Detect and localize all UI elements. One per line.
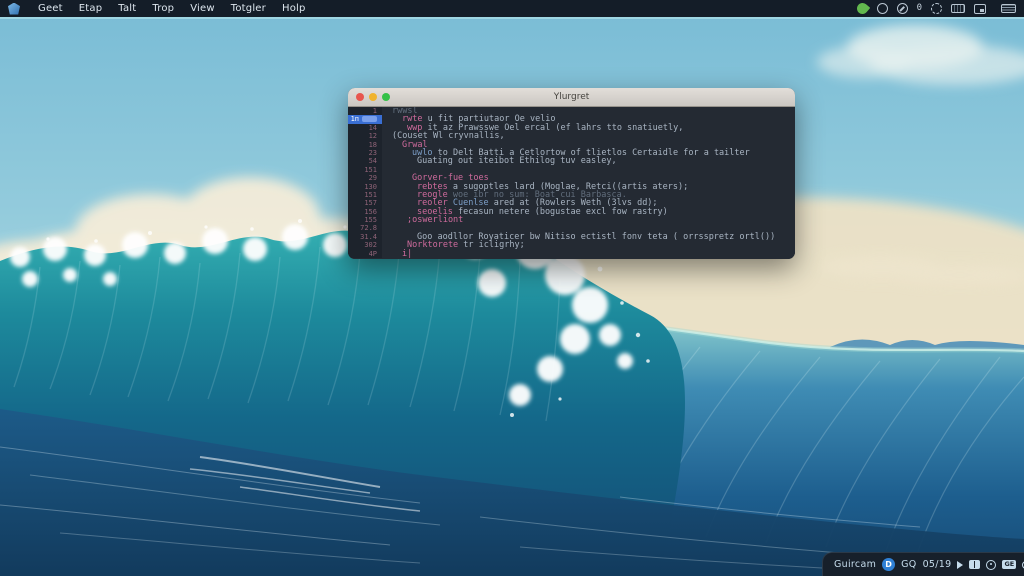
menu-items: Geet Etap Talt Trop View Totgler Holp bbox=[30, 3, 314, 14]
taskbar: Guircam D GQ 05/19 GE bbox=[822, 552, 1024, 576]
code-line[interactable]: 4P i| bbox=[348, 249, 795, 259]
line-number[interactable]: 4P bbox=[348, 249, 382, 259]
line-number[interactable]: 1п bbox=[348, 115, 382, 124]
taskbar-gq-label: GQ bbox=[901, 559, 917, 570]
minimize-button[interactable] bbox=[369, 93, 377, 101]
line-number[interactable]: 156 bbox=[348, 207, 382, 217]
play-icon[interactable] bbox=[957, 560, 964, 569]
code-text[interactable]: (Couset Wl cryvnallis, bbox=[382, 132, 505, 141]
menu-item-holp[interactable]: Holp bbox=[274, 3, 314, 14]
line-number[interactable]: 23 bbox=[348, 148, 382, 158]
traffic-lights bbox=[348, 93, 390, 101]
line-number[interactable]: 302 bbox=[348, 241, 382, 250]
book-icon[interactable] bbox=[969, 560, 981, 569]
battery-icon[interactable] bbox=[1001, 4, 1016, 13]
taskbar-icons: GE bbox=[957, 559, 1024, 571]
zoom-button[interactable] bbox=[382, 93, 390, 101]
line-number[interactable]: 14 bbox=[348, 123, 382, 133]
menu-item-etap[interactable]: Etap bbox=[71, 3, 111, 14]
distro-logo-icon[interactable] bbox=[8, 2, 20, 15]
update-icon[interactable] bbox=[896, 3, 908, 14]
line-number[interactable]: 1 bbox=[348, 107, 382, 116]
code-text[interactable]: Guating out iteibot Ethilog tuv easley, bbox=[382, 157, 617, 166]
keyboard-icon[interactable] bbox=[951, 4, 965, 13]
window-titlebar[interactable]: Ylurgret bbox=[348, 88, 795, 107]
code-line[interactable]: 155 ;oswerliont bbox=[348, 216, 795, 225]
desktop: { "menubar": { "logo_icon": "distro-logo… bbox=[0, 0, 1024, 576]
line-number[interactable]: 151 bbox=[348, 165, 382, 175]
status-ring-icon[interactable] bbox=[986, 559, 997, 570]
menu-item-view[interactable]: View bbox=[182, 3, 223, 14]
code-text[interactable]: ;oswerliont bbox=[382, 216, 463, 225]
globe-icon[interactable] bbox=[931, 3, 942, 14]
app-badge-icon[interactable]: D bbox=[882, 558, 896, 571]
line-number[interactable]: 151 bbox=[348, 190, 382, 200]
taskbar-app-label[interactable]: Guircam bbox=[834, 559, 876, 570]
zero-indicator-icon[interactable]: 0 bbox=[917, 3, 922, 14]
leaf-icon[interactable] bbox=[854, 0, 870, 17]
line-badge bbox=[362, 115, 377, 122]
line-number[interactable]: 72.8 bbox=[348, 224, 382, 233]
line-number[interactable]: 155 bbox=[348, 216, 382, 225]
taskbar-clock[interactable]: 05/19 bbox=[923, 559, 952, 570]
line-number[interactable]: 130 bbox=[348, 182, 382, 191]
menu-item-talt[interactable]: Talt bbox=[110, 3, 144, 14]
code-editor[interactable]: 1 rwwsl 1п rwte u fit partiutaor Oe velio 14… bbox=[348, 107, 795, 259]
menu-item-trop[interactable]: Trop bbox=[144, 3, 182, 14]
line-number[interactable]: 18 bbox=[348, 140, 382, 149]
screenshot-icon[interactable] bbox=[974, 3, 986, 14]
line-number[interactable]: 29 bbox=[348, 174, 382, 183]
code-text[interactable]: i| bbox=[382, 249, 412, 258]
window-title: Ylurgret bbox=[553, 92, 590, 102]
line-number[interactable]: 157 bbox=[348, 199, 382, 208]
close-button[interactable] bbox=[356, 93, 364, 101]
code-line[interactable]: 302 Norktorete tr icligrhy; bbox=[348, 241, 795, 250]
menu-item-geet[interactable]: Geet bbox=[30, 3, 71, 14]
system-tray: 0 bbox=[854, 0, 1016, 17]
line-number[interactable]: 12 bbox=[348, 132, 382, 141]
line-number[interactable]: 54 bbox=[348, 157, 382, 166]
code-line[interactable]: 54 Guating out iteibot Ethilog tuv easley… bbox=[348, 157, 795, 166]
menu-item-totgler[interactable]: Totgler bbox=[223, 3, 274, 14]
ge-badge-icon[interactable]: GE bbox=[1002, 560, 1017, 569]
line-number[interactable]: 31.4 bbox=[348, 232, 382, 242]
editor-window: Ylurgret 1 rwwsl 1п rwte u fit partiutaor O… bbox=[348, 88, 795, 259]
network-icon[interactable] bbox=[876, 3, 888, 14]
menubar: Geet Etap Talt Trop View Totgler Holp 0 bbox=[0, 0, 1024, 17]
